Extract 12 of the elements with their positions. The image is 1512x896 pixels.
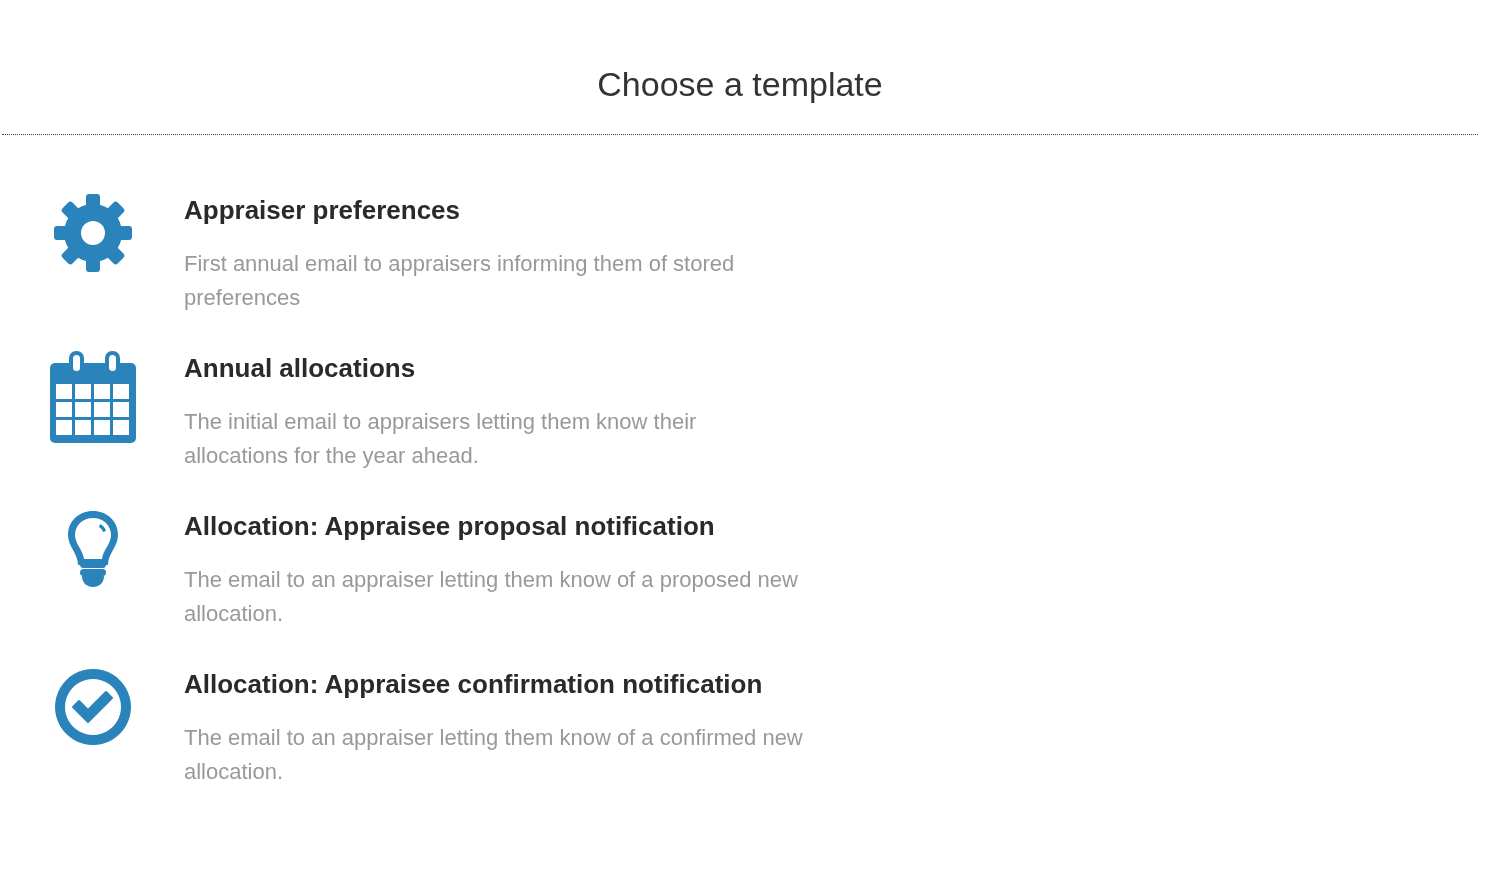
template-title[interactable]: Appraiser preferences <box>184 193 804 227</box>
template-description: First annual email to appraisers informing them of stored preferences <box>184 250 736 312</box>
page-title: Choose a template <box>596 64 884 105</box>
calendar-icon <box>50 351 136 443</box>
gear-icon <box>53 193 133 273</box>
lightbulb-icon <box>66 509 120 589</box>
template-description: The email to an appraiser letting them know of a proposed new allocation. <box>184 566 799 628</box>
template-description: The initial email to appraisers letting them know their allocations for the year ahead. <box>184 408 698 470</box>
template-title[interactable]: Allocation: Appraisee confirmation notification <box>184 667 804 701</box>
template-title[interactable]: Annual allocations <box>184 351 804 385</box>
template-description: The email to an appraiser letting them know of a confirmed new allocation. <box>184 724 804 786</box>
template-title[interactable]: Allocation: Appraisee proposal notification <box>184 509 804 543</box>
